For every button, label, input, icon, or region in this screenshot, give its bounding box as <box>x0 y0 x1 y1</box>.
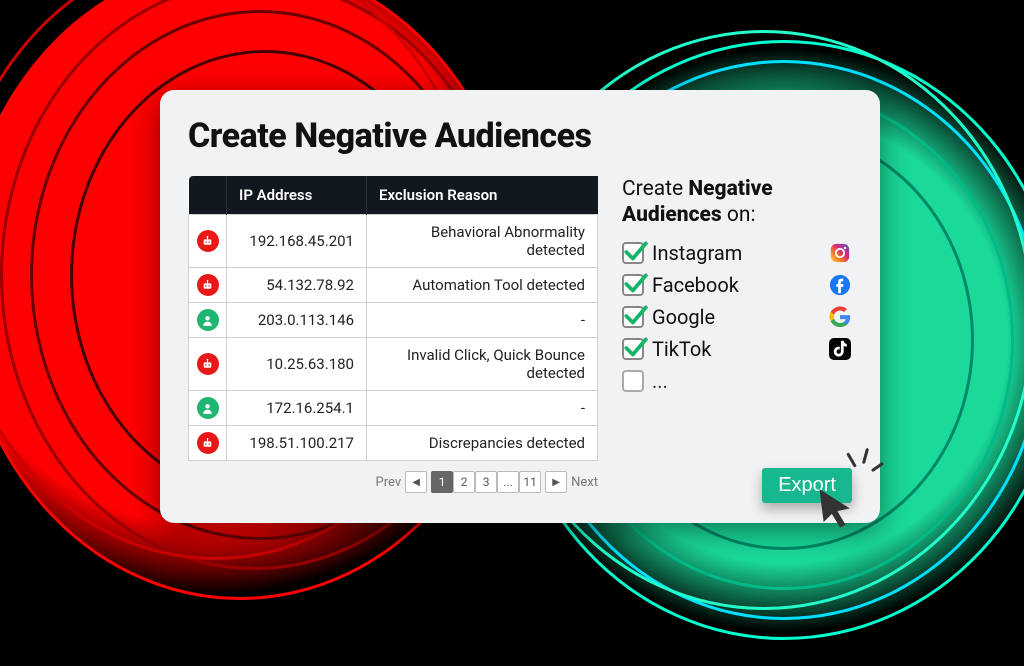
col-icon <box>189 176 227 215</box>
checkbox-tiktok[interactable] <box>622 338 644 360</box>
export-wrap: Export <box>762 468 852 503</box>
bot-icon <box>189 268 227 303</box>
facebook-icon <box>828 273 852 297</box>
page-...[interactable]: ... <box>497 471 519 493</box>
prev-arrow-icon[interactable]: ◀ <box>405 471 427 493</box>
checkbox-google[interactable] <box>622 306 644 328</box>
reason-cell: Behavioral Abnormality detected <box>367 215 598 268</box>
checkbox-more[interactable] <box>622 370 644 392</box>
user-icon <box>189 391 227 426</box>
page-11[interactable]: 11 <box>519 471 541 493</box>
table-row: 172.16.254.1- <box>189 391 598 426</box>
pagination: Prev ◀ 123...11 ▶ Next <box>188 471 598 493</box>
reason-cell: Invalid Click, Quick Bounce detected <box>367 338 598 391</box>
negative-audiences-card: Create Negative Audiences IP Address Exc… <box>160 90 880 523</box>
page-3[interactable]: 3 <box>475 471 497 493</box>
ip-cell: 192.168.45.201 <box>227 215 367 268</box>
col-ip: IP Address <box>227 176 367 215</box>
platform-row-more: ... <box>622 369 852 393</box>
instagram-icon <box>828 241 852 265</box>
platform-label: Instagram <box>652 241 820 265</box>
page-2[interactable]: 2 <box>453 471 475 493</box>
platform-label: ... <box>652 369 852 393</box>
checkbox-facebook[interactable] <box>622 274 644 296</box>
ip-cell: 54.132.78.92 <box>227 268 367 303</box>
side-header: Create Negative Audiences on: <box>622 176 852 229</box>
checkbox-instagram[interactable] <box>622 242 644 264</box>
platform-label: Google <box>652 305 820 329</box>
platform-row-tiktok: TikTok <box>622 337 852 361</box>
col-reason: Exclusion Reason <box>367 176 598 215</box>
platform-label: TikTok <box>652 337 820 361</box>
bot-icon <box>189 215 227 268</box>
page-1[interactable]: 1 <box>431 471 453 493</box>
platform-selector: Create Negative Audiences on: Instagram F… <box>622 176 852 493</box>
click-burst-icon <box>842 450 882 490</box>
exclusion-table-wrap: IP Address Exclusion Reason 192.168.45.2… <box>188 176 598 493</box>
prev-label[interactable]: Prev <box>376 475 402 490</box>
ip-cell: 172.16.254.1 <box>227 391 367 426</box>
platform-row-google: Google <box>622 305 852 329</box>
platform-row-instagram: Instagram <box>622 241 852 265</box>
cursor-icon <box>814 485 858 533</box>
exclusion-table: IP Address Exclusion Reason 192.168.45.2… <box>188 176 598 461</box>
tiktok-icon <box>828 337 852 361</box>
user-icon <box>189 303 227 338</box>
table-row: 192.168.45.201Behavioral Abnormality det… <box>189 215 598 268</box>
ip-cell: 198.51.100.217 <box>227 426 367 461</box>
page-title: Create Negative Audiences <box>188 116 852 156</box>
reason-cell: Discrepancies detected <box>367 426 598 461</box>
ip-cell: 203.0.113.146 <box>227 303 367 338</box>
reason-cell: Automation Tool detected <box>367 268 598 303</box>
reason-cell: - <box>367 391 598 426</box>
google-icon <box>828 305 852 329</box>
reason-cell: - <box>367 303 598 338</box>
table-row: 198.51.100.217Discrepancies detected <box>189 426 598 461</box>
table-row: 54.132.78.92Automation Tool detected <box>189 268 598 303</box>
bot-icon <box>189 426 227 461</box>
bot-icon <box>189 338 227 391</box>
table-row: 10.25.63.180Invalid Click, Quick Bounce … <box>189 338 598 391</box>
ip-cell: 10.25.63.180 <box>227 338 367 391</box>
platform-row-facebook: Facebook <box>622 273 852 297</box>
table-row: 203.0.113.146- <box>189 303 598 338</box>
next-label[interactable]: Next <box>571 475 598 490</box>
next-arrow-icon[interactable]: ▶ <box>545 471 567 493</box>
platform-label: Facebook <box>652 273 820 297</box>
